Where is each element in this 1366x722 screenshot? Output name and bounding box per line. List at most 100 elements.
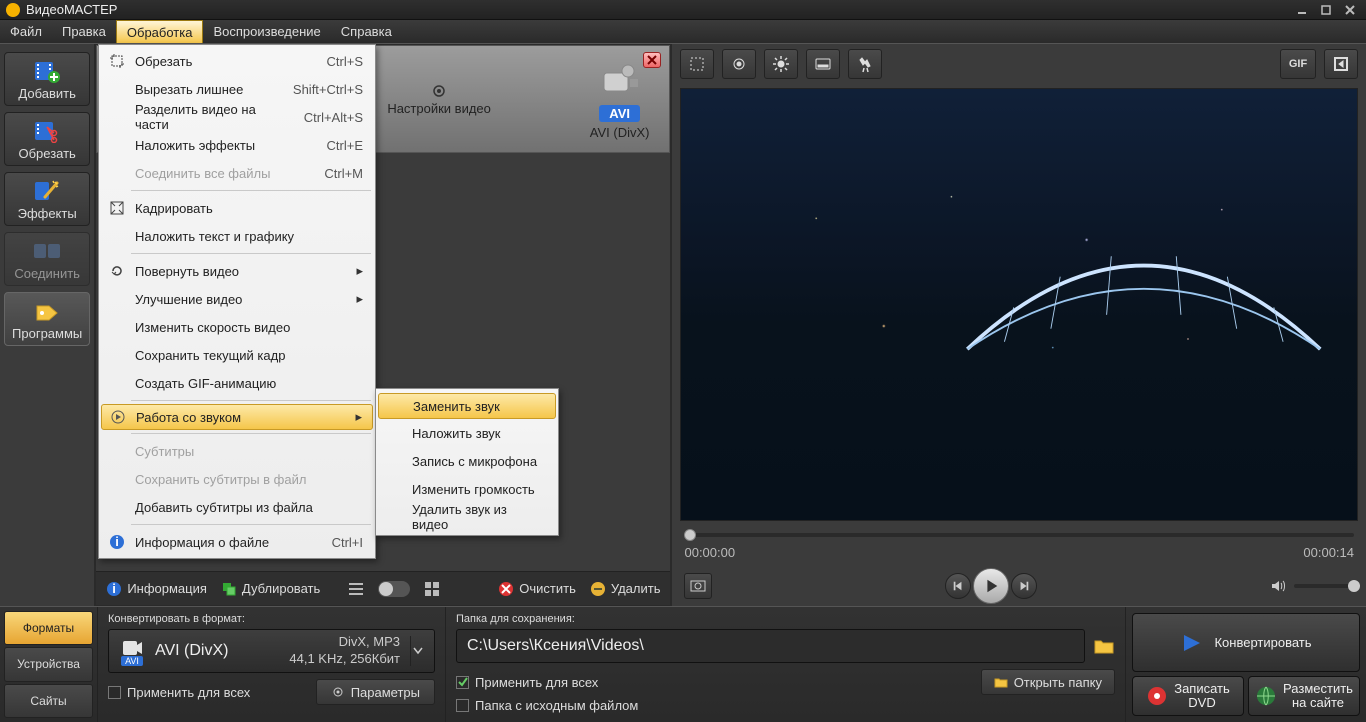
- upload-button[interactable]: Разместитьна сайте: [1248, 676, 1360, 716]
- delete-icon: [590, 581, 606, 597]
- folder-open-icon[interactable]: [1093, 636, 1115, 656]
- menu-item[interactable]: Сохранить текущий кадр: [101, 341, 373, 369]
- format-badge-label: AVI: [599, 105, 640, 122]
- player-panel: GIF 00:00:00 00:00:14: [671, 44, 1366, 606]
- play-button[interactable]: [973, 568, 1009, 604]
- effects-button[interactable]: Эффекты: [4, 172, 90, 226]
- apps-button[interactable]: Программы: [4, 292, 90, 346]
- gear-icon: [430, 83, 448, 99]
- join-label: Соединить: [14, 266, 80, 281]
- crop-tool-button[interactable]: [680, 49, 714, 79]
- menu-bar: Файл Правка Обработка Воспроизведение Сп…: [0, 20, 1366, 44]
- menu-item[interactable]: ОбрезатьCtrl+S: [101, 47, 373, 75]
- apply-all-folder-checkbox[interactable]: Применить для всех: [456, 675, 598, 690]
- volume-slider[interactable]: [1294, 584, 1354, 588]
- minimize-button[interactable]: [1292, 3, 1312, 17]
- apply-all-format-checkbox[interactable]: Применить для всех: [108, 685, 250, 700]
- disc-icon: [1146, 685, 1168, 707]
- menu-item[interactable]: Создать GIF-анимацию: [101, 369, 373, 397]
- open-folder-button[interactable]: Открыть папку: [981, 669, 1115, 695]
- title-bar: ВидеоМАСТЕР: [0, 0, 1366, 20]
- globe-icon: [1255, 685, 1277, 707]
- gear-icon: [331, 685, 345, 699]
- menu-item[interactable]: Изменить громкость: [378, 475, 556, 503]
- folder-section-label: Папка для сохранения:: [456, 613, 1115, 625]
- volume-control[interactable]: [1270, 578, 1354, 594]
- clear-button[interactable]: Очистить: [498, 581, 576, 597]
- snapshot-button[interactable]: [684, 573, 712, 599]
- tab-devices[interactable]: Устройства: [4, 647, 93, 681]
- menu-item[interactable]: Разделить видео на частиCtrl+Alt+S: [101, 103, 373, 131]
- add-button[interactable]: Добавить: [4, 52, 90, 106]
- folder-path-input[interactable]: [456, 629, 1085, 663]
- folder-section: Папка для сохранения: Применить для всех…: [446, 607, 1126, 722]
- cut-label: Обрезать: [18, 146, 75, 161]
- duplicate-button[interactable]: Дублировать: [221, 581, 320, 597]
- menu-item[interactable]: Повернуть видео▸: [101, 257, 373, 285]
- menu-playback[interactable]: Воспроизведение: [203, 20, 330, 43]
- menu-processing[interactable]: Обработка: [116, 20, 204, 43]
- menu-item[interactable]: Добавить субтитры из файла: [101, 493, 373, 521]
- cut-button[interactable]: Обрезать: [4, 112, 90, 166]
- grid-view-icon[interactable]: [424, 581, 440, 597]
- menu-edit[interactable]: Правка: [52, 20, 116, 43]
- menu-item: Сохранить субтитры в файл: [101, 465, 373, 493]
- audio-submenu: Заменить звукНаложить звукЗапись с микро…: [375, 388, 559, 536]
- svg-text:i: i: [113, 581, 117, 596]
- player-controls: [672, 566, 1366, 606]
- params-button[interactable]: Параметры: [316, 679, 435, 705]
- effects-label: Эффекты: [18, 206, 77, 221]
- menu-item[interactable]: Запись с микрофона: [378, 447, 556, 475]
- delete-button[interactable]: Удалить: [590, 581, 661, 597]
- format-pill[interactable]: AVI AVI (DivX): [590, 59, 650, 140]
- menu-item[interactable]: iИнформация о файлеCtrl+I: [101, 528, 373, 556]
- fullscreen-button[interactable]: [1324, 49, 1358, 79]
- video-preview[interactable]: [680, 88, 1358, 521]
- tab-formats[interactable]: Форматы: [4, 611, 93, 645]
- menu-item[interactable]: Наложить звук: [378, 419, 556, 447]
- burn-dvd-button[interactable]: ЗаписатьDVD: [1132, 676, 1244, 716]
- subtitle-tool-button[interactable]: [806, 49, 840, 79]
- menu-item: Соединить все файлыCtrl+M: [101, 159, 373, 187]
- delete-label: Удалить: [611, 581, 661, 596]
- brightness-tool-button[interactable]: [764, 49, 798, 79]
- menu-item[interactable]: Удалить звук из видео: [378, 503, 556, 531]
- video-settings[interactable]: Настройки видео: [387, 83, 491, 116]
- time-display: 00:00:00 00:00:14: [672, 543, 1366, 566]
- menu-item[interactable]: Наложить эффектыCtrl+E: [101, 131, 373, 159]
- same-as-source-checkbox[interactable]: Папка с исходным файлом: [456, 698, 1115, 713]
- convert-button[interactable]: Конвертировать: [1132, 613, 1360, 672]
- menu-item[interactable]: Работа со звуком▸: [101, 404, 373, 430]
- film-scissors-icon: [32, 118, 62, 144]
- view-toggle[interactable]: [378, 581, 410, 597]
- tab-sites[interactable]: Сайты: [4, 684, 93, 718]
- time-current: 00:00:00: [684, 545, 735, 560]
- avi-icon: AVI: [119, 636, 145, 666]
- menu-file[interactable]: Файл: [0, 20, 52, 43]
- menu-item[interactable]: Вырезать лишнееShift+Ctrl+S: [101, 75, 373, 103]
- menu-item[interactable]: Кадрировать: [101, 194, 373, 222]
- format-selector[interactable]: AVI AVI (DivX) DivX, MP344,1 KHz, 256Кби…: [108, 629, 435, 673]
- video-settings-label: Настройки видео: [387, 101, 491, 116]
- duplicate-icon: [221, 581, 237, 597]
- info-button[interactable]: i Информация: [106, 581, 207, 597]
- maximize-button[interactable]: [1316, 3, 1336, 17]
- prev-button[interactable]: [945, 573, 971, 599]
- gif-button[interactable]: GIF: [1280, 49, 1316, 79]
- list-view-icon[interactable]: [348, 581, 364, 597]
- enhance-tool-button[interactable]: [722, 49, 756, 79]
- info-icon: i: [106, 581, 122, 597]
- menu-item[interactable]: Улучшение видео▸: [101, 285, 373, 313]
- close-button[interactable]: [1340, 3, 1360, 17]
- tile-close-button[interactable]: [643, 52, 661, 68]
- seek-bar[interactable]: [684, 525, 1354, 543]
- tag-icon: [32, 298, 62, 324]
- format-full-label: AVI (DivX): [590, 125, 650, 140]
- speed-tool-button[interactable]: [848, 49, 882, 79]
- menu-item[interactable]: Изменить скорость видео: [101, 313, 373, 341]
- menu-item[interactable]: Наложить текст и графику: [101, 222, 373, 250]
- next-button[interactable]: [1011, 573, 1037, 599]
- camcorder-icon: [598, 59, 642, 103]
- menu-item[interactable]: Заменить звук: [378, 393, 556, 419]
- menu-help[interactable]: Справка: [331, 20, 402, 43]
